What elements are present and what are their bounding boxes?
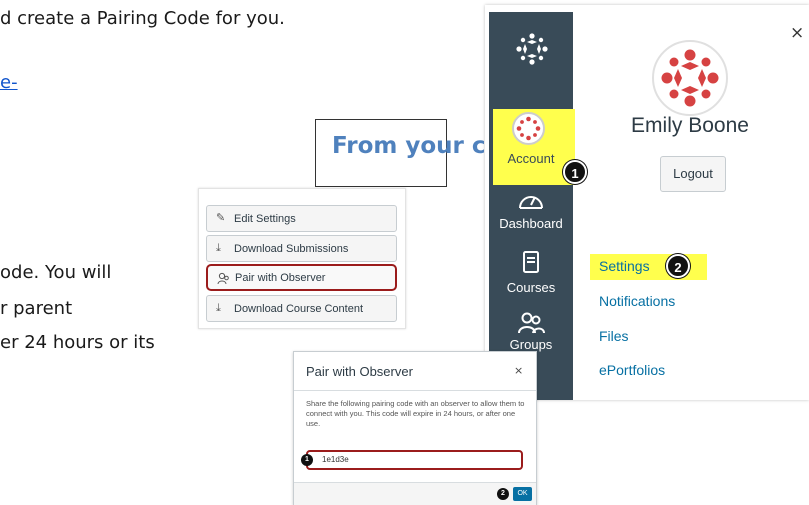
modal-step-1-badge: 1 (301, 454, 313, 466)
canvas-logo-icon[interactable] (515, 32, 549, 66)
pair-with-observer-label: Pair with Observer (235, 271, 326, 284)
doc-text-line-1: d create a Pairing Code for you. (0, 8, 285, 29)
pair-with-observer-modal: Pair with Observer × Share the following… (293, 351, 537, 505)
account-avatar[interactable] (512, 112, 545, 145)
pair-with-observer-button[interactable]: Pair with Observer (206, 264, 397, 291)
doc-text-line-2: ode. You will (0, 262, 112, 283)
dashboard-icon[interactable] (516, 188, 546, 214)
book-icon[interactable] (516, 250, 546, 276)
logout-button[interactable]: Logout (660, 156, 726, 192)
download-icon: ⤓ (216, 302, 221, 314)
doc-text-line-4: er 24 hours or its (0, 332, 155, 353)
download-submissions-button[interactable]: ⤓ Download Submissions (206, 235, 397, 262)
download-icon: ⤓ (216, 242, 221, 254)
modal-description: Share the following pairing code with an… (306, 399, 525, 428)
settings-link[interactable]: Settings (599, 258, 650, 274)
profile-name: Emily Boone (631, 114, 749, 137)
doc-text-line-3: r parent (0, 298, 73, 319)
modal-close-icon[interactable]: × (514, 364, 523, 377)
profile-avatar (652, 40, 728, 116)
modal-title: Pair with Observer (306, 364, 413, 379)
eportfolios-link[interactable]: ePortfolios (599, 362, 665, 378)
edit-settings-label: Edit Settings (234, 212, 296, 225)
nav-account-label[interactable]: Account (489, 151, 573, 166)
download-submissions-label: Download Submissions (234, 242, 349, 255)
notifications-link[interactable]: Notifications (599, 293, 675, 309)
nav-courses-label[interactable]: Courses (489, 280, 573, 295)
users-icon (217, 272, 229, 285)
modal-step-2-badge: 2 (497, 488, 509, 500)
close-icon[interactable]: × (790, 23, 804, 43)
pairing-code-field[interactable]: 1e1d3e (306, 450, 523, 470)
files-link[interactable]: Files (599, 328, 629, 344)
step-2-badge: 2 (666, 254, 690, 278)
download-course-content-label: Download Course Content (234, 302, 364, 315)
ok-button[interactable]: OK (513, 487, 532, 501)
global-nav: Account Dashboard Courses Groups (489, 12, 575, 400)
doc-link-fragment[interactable]: e- (0, 72, 18, 93)
modal-divider (294, 390, 536, 391)
course-settings-buttons: ✎ Edit Settings ⤓ Download Submissions P… (198, 188, 406, 329)
download-course-content-button[interactable]: ⤓ Download Course Content (206, 295, 397, 322)
groups-icon[interactable] (516, 310, 546, 336)
edit-settings-button[interactable]: ✎ Edit Settings (206, 205, 397, 232)
canvas-account-panel: Account Dashboard Courses Groups 1 × Emi… (485, 5, 809, 400)
nav-groups-label[interactable]: Groups (489, 337, 573, 352)
step-1-badge: 1 (563, 160, 587, 184)
nav-dashboard-label[interactable]: Dashboard (489, 216, 573, 231)
pencil-icon: ✎ (216, 212, 226, 224)
